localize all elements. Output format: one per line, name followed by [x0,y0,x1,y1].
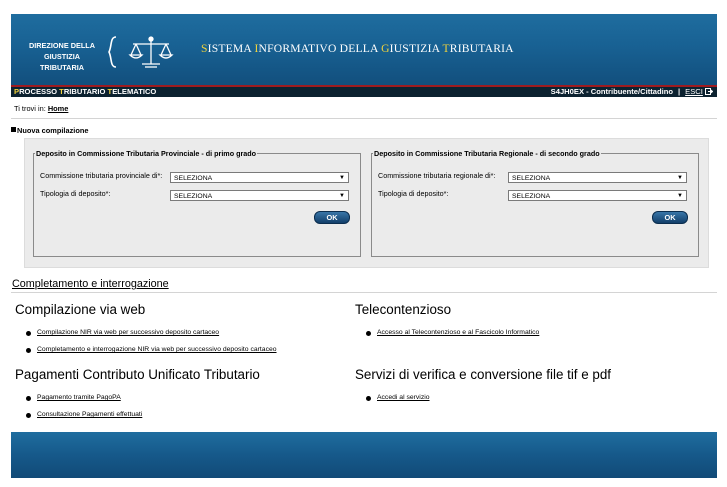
app-title: PROCESSO TRIBUTARIO TELEMATICO [14,87,156,97]
bullet-icon [366,331,371,336]
system-title-part-1: ISTEMA [207,42,255,55]
system-title: SISTEMA INFORMATIVO DELLA GIUSTIZIA TRIB… [201,42,514,55]
regional-ok-button[interactable]: OK [652,211,688,224]
app-navbar: PROCESSO TRIBUTARIO TELEMATICO S4JH0EX -… [11,87,717,97]
bullet-icon [26,331,31,336]
department-line-2: GIUSTIZIA TRIBUTARIA [39,52,85,72]
breadcrumb: Ti trovi in: Home [14,104,68,113]
square-bullet-icon [11,127,16,132]
regional-commission-value: SELEZIONA [512,175,551,182]
regional-commission-label: Commissione tributaria regionale di*: [378,171,496,180]
system-title-cap-4: T [442,42,450,55]
verification-service-link[interactable]: Accedi al servizio [377,394,430,401]
site-header: DIREZIONE DELLA GIUSTIZIA TRIBUTARIA SIS… [11,14,717,85]
app-title-part-1: ROCESSO [19,87,60,96]
regional-type-label: Tipologia di deposito*: [378,189,449,198]
bullet-icon [26,396,31,401]
payments-heading: Pagamenti Contributo Unificato Tributari… [15,367,260,382]
provincial-ok-button[interactable]: OK [314,211,350,224]
provincial-type-value: SELEZIONA [174,193,213,200]
bullet-icon [366,396,371,401]
system-title-part-3: IUSTIZIA [389,42,443,55]
system-title-cap-3: G [381,42,390,55]
regional-type-value: SELEZIONA [512,193,551,200]
new-compilation-panel: Deposito in Commissione Tributaria Provi… [24,138,709,268]
system-title-part-2: NFORMATIVO DELLA [258,42,382,55]
bullet-icon [26,413,31,418]
provincial-commission-label: Commissione tributaria provinciale di*: [40,171,163,180]
completion-interrogation-link[interactable]: Completamento e interrogazione [12,278,169,290]
provincial-type-select[interactable]: SELEZIONA ▼ [170,190,349,201]
dropdown-arrow-icon: ▼ [677,175,683,181]
department-name: DIREZIONE DELLA GIUSTIZIA TRIBUTARIA [23,40,101,73]
provincial-deposit-box: Deposito in Commissione Tributaria Provi… [33,149,361,257]
regional-deposit-box: Deposito in Commissione Tributaria Regio… [371,149,699,257]
telecontenzioso-access-link[interactable]: Accesso al Telecontenzioso e al Fascicol… [377,329,539,336]
regional-commission-select[interactable]: SELEZIONA ▼ [508,172,687,183]
system-title-cap-1: S [201,42,208,55]
provincial-commission-select[interactable]: SELEZIONA ▼ [170,172,349,183]
breadcrumb-prefix: Ti trovi in: [14,104,46,113]
separator: | [678,87,681,96]
provincial-type-label: Tipologia di deposito*: [40,189,111,198]
pagopa-payment-link[interactable]: Pagamento tramite PagoPA [37,394,121,401]
breadcrumb-home-link[interactable]: Home [48,104,69,113]
verification-services-heading: Servizi di verifica e conversione file t… [355,367,612,382]
user-area: S4JH0EX - Contribuente/Cittadino | ESCI [550,87,714,97]
web-compilation-heading: Compilazione via web [15,302,146,317]
provincial-commission-value: SELEZIONA [174,175,213,182]
regional-type-select[interactable]: SELEZIONA ▼ [508,190,687,201]
user-info: S4JH0EX - Contribuente/Cittadino [550,87,674,96]
divider [11,292,717,293]
telecontenzioso-heading: Telecontenzioso [355,302,452,317]
exit-icon[interactable] [705,88,714,95]
app-title-part-3: ELEMATICO [112,87,157,96]
provincial-legend: Deposito in Commissione Tributaria Provi… [36,149,257,158]
new-compilation-title-text: Nuova compilazione [17,126,89,135]
dropdown-arrow-icon: ▼ [339,175,345,181]
logout-link[interactable]: ESCI [685,87,703,96]
web-compilation-link[interactable]: Compilazione NIR via web per successivo … [37,329,219,336]
app-title-part-2: RIBUTARIO [63,87,108,96]
department-line-1: DIREZIONE DELLA [28,41,96,50]
new-compilation-title: Nuova compilazione [11,126,88,135]
bullet-icon [26,348,31,353]
web-completion-link[interactable]: Completamento e interrogazione NIR via w… [37,346,277,353]
payments-consultation-link[interactable]: Consultazione Pagamenti effettuati [37,411,142,418]
divider [11,118,717,119]
scales-of-justice-icon [108,36,174,68]
dropdown-arrow-icon: ▼ [339,193,345,199]
dropdown-arrow-icon: ▼ [677,193,683,199]
system-title-part-4: RIBUTARIA [449,42,514,55]
regional-legend: Deposito in Commissione Tributaria Regio… [374,149,600,158]
site-footer [11,432,717,478]
